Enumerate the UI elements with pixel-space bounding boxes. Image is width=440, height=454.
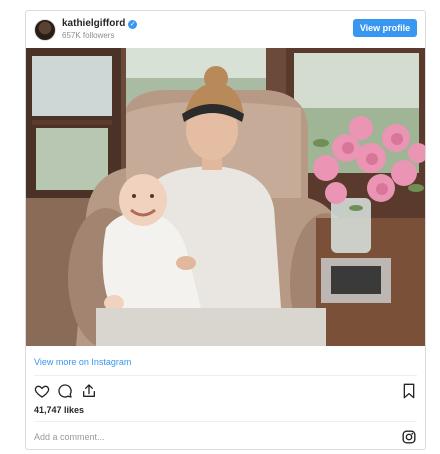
username[interactable]: kathielgifford ✓ [62,18,138,29]
like-count[interactable]: 41,747 likes [34,405,84,415]
add-comment-field[interactable]: Add a comment... [34,432,105,442]
view-profile-button[interactable]: View profile [353,19,417,37]
comment-bubble-icon[interactable] [57,383,73,404]
instagram-embed-card: kathielgifford ✓ 657K followers View prof… [25,10,426,450]
divider [34,421,417,422]
instagram-icon[interactable] [402,430,416,449]
avatar[interactable] [34,19,56,41]
post-header: kathielgifford ✓ 657K followers View prof… [26,11,425,49]
post-photo[interactable] [26,48,425,346]
verified-badge-icon: ✓ [128,20,138,29]
bookmark-icon[interactable] [402,383,416,404]
follower-count: 657K followers [62,31,115,40]
share-icon[interactable] [81,383,97,404]
username-text[interactable]: kathielgifford [62,18,125,29]
view-more-on-instagram-link[interactable]: View more on Instagram [34,357,131,367]
divider [34,375,417,376]
action-bar [26,381,425,403]
heart-icon[interactable] [34,383,50,404]
comment-row: Add a comment... [26,425,425,451]
